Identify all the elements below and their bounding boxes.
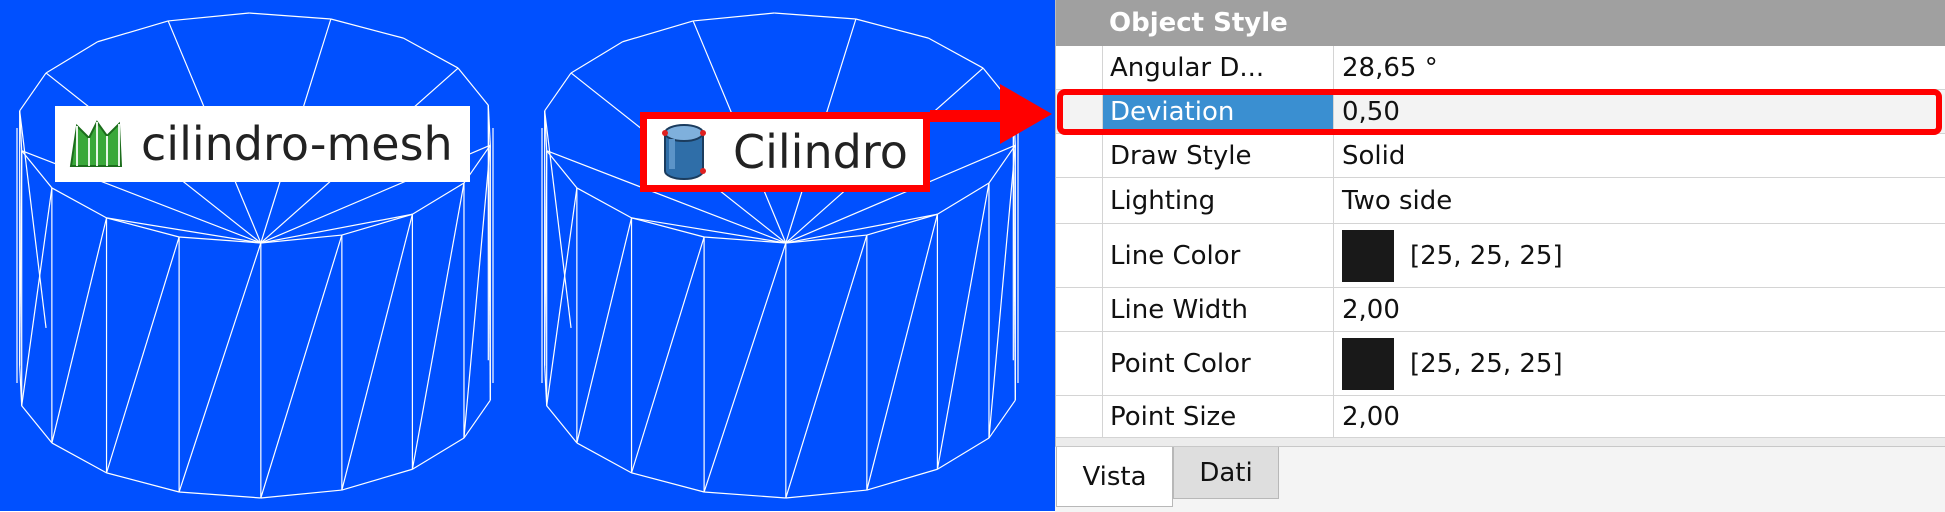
property-row-line-width[interactable]: Line Width 2,00 [1056,288,1945,332]
property-value-color[interactable]: [25, 25, 25] [1335,224,1945,287]
property-row-point-size[interactable]: Point Size 2,00 [1056,396,1945,438]
property-value-color[interactable]: [25, 25, 25] [1335,332,1945,395]
property-row-point-color[interactable]: Point Color [25, 25, 25] [1056,332,1945,396]
property-key: Lighting [1102,178,1334,223]
property-table: Object Style Angular D... 28,65 ° Deviat… [1055,0,1945,446]
color-swatch[interactable] [1342,229,1394,282]
property-editor: Object Style Angular D... 28,65 ° Deviat… [1055,0,1945,512]
property-row-draw-style[interactable]: Draw Style Solid [1056,134,1945,178]
property-value[interactable]: 28,65 ° [1335,46,1945,89]
property-key: Line Width [1102,288,1334,331]
property-key: Point Color [1102,332,1334,395]
property-value[interactable]: Solid [1335,134,1945,177]
property-value[interactable]: 0,50 [1335,90,1945,133]
property-row-deviation[interactable]: Deviation 0,50 [1056,90,1945,134]
pointer-arrow [930,84,1052,144]
property-value[interactable]: 2,00 [1335,396,1945,437]
property-row-angular-deflection[interactable]: Angular D... 28,65 ° [1056,46,1945,90]
property-row-line-color[interactable]: Line Color [25, 25, 25] [1056,224,1945,288]
property-value[interactable]: 2,00 [1335,288,1945,331]
property-key: Draw Style [1102,134,1334,177]
color-value: [25, 25, 25] [1410,240,1563,271]
property-value[interactable]: Two side [1335,178,1945,223]
property-key: Line Color [1102,224,1334,287]
tab-vista[interactable]: Vista [1056,447,1173,507]
property-key: Deviation [1102,90,1334,133]
color-value: [25, 25, 25] [1410,348,1563,379]
color-swatch[interactable] [1342,337,1394,390]
3d-viewport[interactable]: cilindro-mesh Cilindro [0,0,1055,511]
property-key: Angular D... [1102,46,1334,89]
tab-dati[interactable]: Dati [1173,447,1279,499]
panel-tab-bar: Vista Dati [1055,446,1945,512]
table-bottom-edge [1056,437,1945,446]
group-title: Object Style [1109,8,1288,38]
group-header-object-style[interactable]: Object Style [1056,0,1945,46]
property-row-lighting[interactable]: Lighting Two side [1056,178,1945,224]
property-key: Point Size [1102,396,1334,437]
